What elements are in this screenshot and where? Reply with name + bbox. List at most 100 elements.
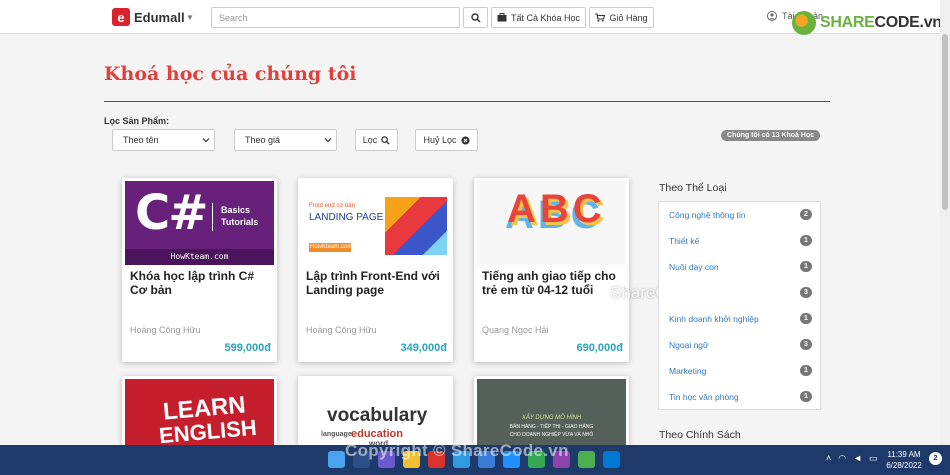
category-item[interactable]: Marketing 1 — [669, 365, 812, 376]
course-author: Quang Ngọc Hải — [482, 325, 549, 335]
category-count-badge: 1 — [800, 391, 812, 402]
thumbnail-big-text: C# — [135, 185, 208, 241]
sharecode-watermark-logo: SHARECODE.vn — [792, 11, 942, 35]
category-item[interactable]: Thiết kế 1 — [669, 235, 812, 246]
course-card[interactable]: ABC Tiếng anh giao tiếp cho trẻ em từ 04… — [474, 178, 629, 362]
taskbar-clock[interactable]: 11:39 AM 6/28/2022 — [878, 449, 930, 471]
sort-by-name-select[interactable]: Theo tên — [112, 129, 215, 151]
course-thumbnail: Front end cơ bản LANDING PAGE HowKteam.c… — [301, 181, 450, 265]
course-title[interactable]: Lập trình Front-End với Landing page — [306, 269, 446, 297]
thumbnail-sub1: language — [321, 431, 352, 438]
course-card[interactable]: vocabulary language education word — [298, 376, 453, 445]
watermark-brand-right: CODE.vn — [874, 14, 943, 31]
thumbnail-letters: ABC — [507, 187, 606, 231]
all-courses-button[interactable]: Tất Cả Khóa Học — [491, 7, 586, 28]
filter-button[interactable]: Lọc — [355, 129, 398, 151]
thumbnail-footer: HowKteam.com — [170, 252, 229, 261]
course-title[interactable]: Khóa học lập trình C# Cơ bản — [130, 269, 270, 297]
sort-by-name-value: Theo tên — [123, 135, 159, 145]
page-scrollbar[interactable] — [940, 0, 950, 445]
category-label: Công nghệ thông tin — [669, 210, 746, 220]
category-label: Kinh doanh khởi nghiệp — [669, 314, 759, 324]
category-label: Marketing — [669, 366, 707, 376]
chevron-down-icon — [324, 138, 332, 143]
copyright-watermark: Copyright © ShareCode.vn — [345, 441, 569, 460]
chevron-up-icon[interactable]: ˄ — [826, 453, 831, 464]
scrollbar-thumb[interactable] — [942, 34, 948, 210]
cart-label: Giỏ Hàng — [609, 12, 648, 23]
course-card[interactable]: LEARN ENGLISH — [122, 376, 277, 445]
category-item[interactable]: Kinh doanh khởi nghiệp 1 — [669, 313, 812, 324]
category-heading: Theo Thể Loại — [659, 182, 727, 194]
thumbnail-line3: CHO DOANH NGHIỆP VỪA VÀ NHỎ — [509, 432, 594, 438]
search-input[interactable] — [211, 7, 460, 28]
course-price: 690,000đ — [576, 342, 623, 354]
thumbnail-word: vocabulary — [327, 405, 428, 426]
site-logo[interactable]: e Edumall — [112, 8, 185, 26]
course-card[interactable]: XÂY DỰNG MÔ HÌNH BÁN HÀNG - TIẾP THỊ - G… — [474, 376, 629, 445]
category-label: Ngoại ngữ — [669, 340, 709, 350]
notification-badge[interactable]: 2 — [929, 452, 942, 465]
thumbnail-line2: BÁN HÀNG - TIẾP THỊ - GIAO HÀNG — [509, 424, 594, 430]
category-item[interactable]: Công nghệ thông tin 2 — [669, 209, 812, 220]
course-thumbnail: ABC — [477, 181, 626, 265]
search-icon — [381, 135, 390, 145]
sort-by-price-select[interactable]: Theo giá — [234, 129, 337, 151]
system-tray[interactable]: ˄ ◠ ◄ ▭ — [826, 453, 878, 464]
wifi-icon[interactable]: ◠ — [838, 453, 846, 464]
app-icon[interactable] — [578, 451, 595, 468]
thumbnail-big-text: LANDING PAGE — [309, 212, 384, 223]
sort-by-price-value: Theo giá — [245, 135, 281, 145]
category-item[interactable]: Nuôi dạy con 1 — [669, 261, 812, 272]
thumbnail-kicker: Front end cơ bản — [309, 203, 355, 209]
course-card[interactable]: C# Basics Tutorials HowKteam.com Khóa họ… — [122, 178, 277, 362]
category-label: Nuôi dạy con — [669, 262, 719, 272]
course-author: Hoàng Công Hữu — [306, 325, 377, 335]
course-card[interactable]: Front end cơ bản LANDING PAGE HowKteam.c… — [298, 178, 453, 362]
chevron-down-icon[interactable]: ▼ — [186, 13, 194, 22]
close-circle-icon — [460, 135, 470, 145]
category-label: Tin học văn phòng — [669, 392, 739, 402]
course-thumbnail: vocabulary language education word — [301, 379, 450, 445]
page-title: Khoá học của chúng tôi — [104, 63, 357, 85]
sharecode-logo-icon — [792, 11, 816, 35]
thumbnail-line1: XÂY DỰNG MÔ HÌNH — [521, 415, 582, 421]
app-icon[interactable] — [603, 451, 620, 468]
thumbnail-line2: Tutorials — [221, 217, 259, 227]
search-icon — [470, 12, 481, 23]
category-label: Thiết kế — [669, 236, 700, 246]
start-menu-icon[interactable] — [328, 451, 345, 468]
course-count-badge: Chúng tôi có 13 Khoá Học — [721, 130, 821, 141]
clock-time: 11:39 AM — [887, 450, 921, 459]
category-count-badge: 1 — [800, 261, 812, 272]
category-item[interactable]: Tin học văn phòng 1 — [669, 391, 812, 402]
course-price: 599,000đ — [224, 342, 271, 354]
watermark-brand-left: SHARE — [820, 14, 875, 31]
category-count-badge: 1 — [800, 365, 812, 376]
all-courses-label: Tất Cả Khóa Học — [510, 12, 581, 23]
edumall-logo-icon: e — [112, 8, 130, 26]
category-count-badge: 2 — [800, 209, 812, 220]
search-button[interactable] — [463, 7, 488, 28]
reset-filter-label: Huỷ Lọc — [423, 135, 457, 145]
top-navbar: e Edumall ▼ Tất Cả Khóa Học Giỏ Hàng Tài… — [0, 0, 942, 35]
battery-icon[interactable]: ▭ — [869, 453, 878, 464]
category-count-badge: 3 — [800, 287, 812, 298]
title-divider — [104, 101, 830, 102]
logo-text: Edumall — [134, 9, 185, 25]
category-list: Công nghệ thông tin 2 Thiết kế 1 Nuôi dạ… — [658, 201, 821, 410]
course-price: 349,000đ — [400, 342, 447, 354]
cart-button[interactable]: Giỏ Hàng — [589, 7, 654, 28]
reset-filter-button[interactable]: Huỷ Lọc — [415, 129, 478, 151]
clock-date: 6/28/2022 — [886, 461, 922, 470]
volume-icon[interactable]: ◄ — [853, 453, 862, 464]
chevron-down-icon — [202, 138, 210, 143]
course-thumbnail: C# Basics Tutorials HowKteam.com — [125, 181, 274, 265]
course-thumbnail: XÂY DỰNG MÔ HÌNH BÁN HÀNG - TIẾP THỊ - G… — [477, 379, 626, 445]
course-title[interactable]: Tiếng anh giao tiếp cho trẻ em từ 04-12 … — [482, 269, 622, 297]
category-item[interactable]: Ngoại ngữ 3 — [669, 339, 812, 350]
category-count-badge: 3 — [800, 339, 812, 350]
filter-label: Lọc Sản Phẩm: — [104, 116, 170, 126]
briefcase-icon — [497, 13, 507, 22]
course-thumbnail: LEARN ENGLISH — [125, 379, 274, 445]
